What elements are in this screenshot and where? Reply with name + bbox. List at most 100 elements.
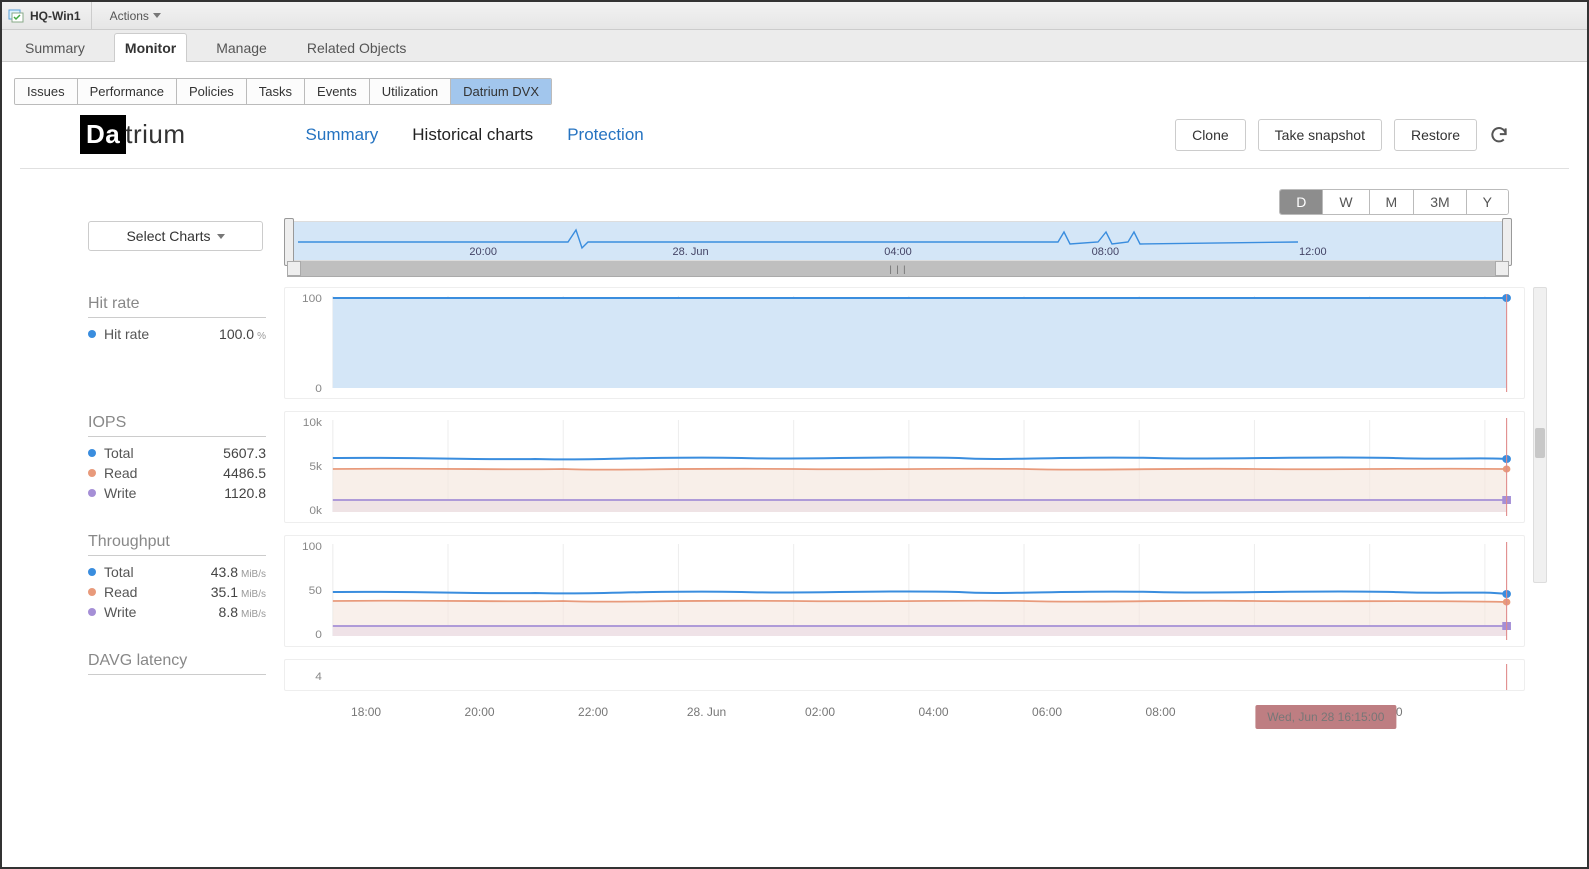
tab-monitor[interactable]: Monitor [114, 33, 187, 62]
legend-unit: MiB/s [241, 569, 266, 580]
time-tick: 20:00 [465, 705, 495, 719]
dot-icon [88, 469, 96, 477]
overview-tick: 28. Jun [673, 246, 709, 258]
legend-value: 8.8 [219, 604, 238, 620]
subtab-performance[interactable]: Performance [78, 79, 177, 104]
clone-button[interactable]: Clone [1175, 119, 1246, 151]
legend-title: Hit rate [88, 295, 266, 318]
datrium-logo: Da trium [80, 115, 186, 154]
time-tick: 06:00 [1032, 705, 1062, 719]
nav-summary[interactable]: Summary [306, 125, 379, 145]
overview-scrollbar[interactable]: | | | [287, 261, 1509, 277]
subtab-issues[interactable]: Issues [15, 79, 78, 104]
time-tick: 04:00 [919, 705, 949, 719]
subtab-utilization[interactable]: Utilization [370, 79, 451, 104]
legend-label: Read [104, 465, 137, 481]
legend-label: Total [104, 445, 134, 461]
refresh-icon[interactable] [1489, 125, 1509, 145]
legend-value: 100.0 [219, 326, 254, 342]
actions-label: Actions [110, 9, 149, 23]
legend-value: 4486.5 [223, 465, 266, 481]
nav-historical-charts[interactable]: Historical charts [412, 125, 533, 145]
overview-handle-left[interactable] [284, 218, 294, 266]
nav-protection[interactable]: Protection [567, 125, 644, 145]
range-3month[interactable]: 3M [1414, 190, 1466, 214]
time-tick: 02:00 [805, 705, 835, 719]
svg-text:0: 0 [315, 629, 322, 640]
dot-icon [88, 588, 96, 596]
legend-value: 1120.8 [224, 485, 266, 501]
time-range-toggle: D W M 3M Y [1279, 189, 1509, 215]
range-week[interactable]: W [1323, 190, 1369, 214]
subtab-policies[interactable]: Policies [177, 79, 247, 104]
subtab-datrium-dvx[interactable]: Datrium DVX [451, 79, 551, 104]
tab-related-objects[interactable]: Related Objects [296, 33, 418, 62]
svg-text:4: 4 [315, 671, 322, 682]
primary-tabs: Summary Monitor Manage Related Objects [2, 30, 1587, 62]
time-tick: 22:00 [578, 705, 608, 719]
select-charts-label: Select Charts [126, 228, 210, 244]
cursor-time-badge: Wed, Jun 28 16:15:00 [1255, 705, 1396, 729]
caret-down-icon [153, 13, 161, 18]
caret-down-icon [217, 234, 225, 239]
range-month[interactable]: M [1370, 190, 1415, 214]
chart-davg-latency: 4 [284, 659, 1525, 691]
legend-davg: DAVG latency [88, 652, 266, 681]
chart-hitrate: 100 0 [284, 287, 1525, 399]
legend-hitrate: Hit rate Hit rate 100.0% [88, 295, 266, 344]
time-tick: 08:00 [1146, 705, 1176, 719]
overview-tick: 08:00 [1092, 246, 1120, 258]
subtab-tasks[interactable]: Tasks [247, 79, 305, 104]
logo-bold: Da [80, 115, 126, 154]
chart-scrollbar[interactable] [1533, 287, 1547, 583]
overview-timeline[interactable]: 20:00 28. Jun 04:00 08:00 12:00 [287, 221, 1509, 261]
overview-tick: 12:00 [1299, 246, 1327, 258]
legend-throughput: Throughput Total43.8MiB/s Read35.1MiB/s … [88, 533, 266, 622]
actions-menu[interactable]: Actions [102, 5, 169, 27]
chart-iops: 10k 5k 0k [284, 411, 1525, 523]
legend-label: Hit rate [104, 326, 149, 342]
subtab-events[interactable]: Events [305, 79, 370, 104]
svg-text:100: 100 [302, 293, 322, 304]
legend-unit: MiB/s [241, 589, 266, 600]
legend-label: Total [104, 564, 134, 580]
legend-unit: MiB/s [241, 609, 266, 620]
legend-title: IOPS [88, 414, 266, 437]
legend-value: 43.8 [211, 564, 238, 580]
vendor-nav: Summary Historical charts Protection [306, 125, 644, 145]
range-year[interactable]: Y [1467, 190, 1508, 214]
legend-title: DAVG latency [88, 652, 266, 675]
tab-manage[interactable]: Manage [205, 33, 278, 62]
vm-name: HQ-Win1 [30, 9, 81, 23]
tab-summary[interactable]: Summary [14, 33, 96, 62]
svg-text:0k: 0k [309, 505, 322, 516]
dot-icon [88, 568, 96, 576]
overview-handle-right[interactable] [1502, 218, 1512, 266]
time-tick: 28. Jun [687, 705, 726, 719]
legend-value: 35.1 [211, 584, 238, 600]
dot-icon [88, 449, 96, 457]
legend-value: 5607.3 [223, 445, 266, 461]
restore-button[interactable]: Restore [1394, 119, 1477, 151]
dot-icon [88, 330, 96, 338]
legend-title: Throughput [88, 533, 266, 556]
svg-text:100: 100 [302, 541, 322, 552]
svg-text:50: 50 [309, 585, 322, 596]
svg-text:0: 0 [315, 383, 322, 394]
dot-icon [88, 489, 96, 497]
svg-text:10k: 10k [303, 417, 323, 428]
time-tick: 18:00 [351, 705, 381, 719]
overview-tick: 20:00 [469, 246, 497, 258]
secondary-tabs: Issues Performance Policies Tasks Events… [14, 78, 552, 105]
legend-iops: IOPS Total5607.3 Read4486.5 Write1120.8 [88, 414, 266, 503]
vm-icon [8, 8, 24, 24]
range-day[interactable]: D [1280, 190, 1323, 214]
overview-tick: 04:00 [884, 246, 912, 258]
svg-text:5k: 5k [309, 461, 322, 472]
window-titlebar: HQ-Win1 Actions [2, 2, 1587, 30]
legend-unit: % [257, 331, 266, 342]
dot-icon [88, 608, 96, 616]
select-charts-button[interactable]: Select Charts [88, 221, 263, 251]
time-axis: 18:00 20:00 22:00 28. Jun 02:00 04:00 06… [332, 703, 1467, 729]
take-snapshot-button[interactable]: Take snapshot [1258, 119, 1382, 151]
